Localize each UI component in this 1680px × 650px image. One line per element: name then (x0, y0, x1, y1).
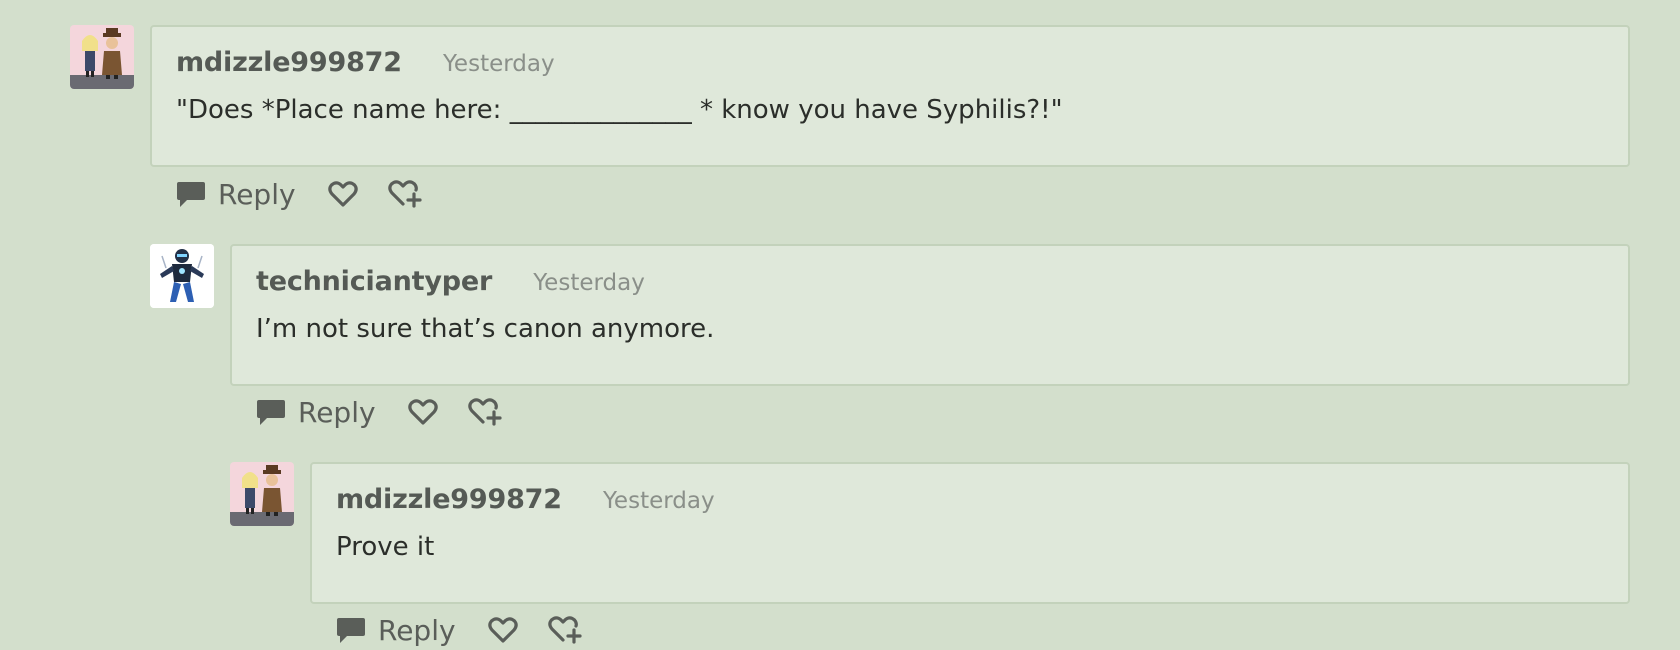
speech-bubble-icon (177, 182, 205, 207)
add-reaction-button[interactable] (467, 395, 502, 429)
add-reaction-icon (387, 180, 422, 208)
add-reaction-button[interactable] (387, 177, 422, 211)
comment-card: mdizzle999872 Yesterday "Does *Place nam… (150, 25, 1630, 167)
speech-bubble-icon (337, 618, 365, 643)
reply-button[interactable]: Reply (256, 396, 376, 429)
reply-label: Reply (378, 613, 456, 647)
heart-icon (327, 181, 358, 207)
like-button[interactable] (406, 395, 440, 429)
comment-actions: Reply (176, 174, 450, 214)
avatar-image (150, 244, 214, 308)
avatar-image (230, 462, 294, 526)
comment-body: I’m not sure that’s canon anymore. (256, 314, 715, 344)
comment-meta: techniciantyper Yesterday (256, 266, 645, 297)
comment-body: "Does *Place name here: ______________ *… (176, 95, 1063, 125)
username-link[interactable]: mdizzle999872 (336, 484, 562, 515)
comment-card: techniciantyper Yesterday I’m not sure t… (230, 244, 1630, 386)
comment-actions: Reply (336, 610, 610, 650)
heart-icon (487, 617, 518, 643)
comment-actions: Reply (256, 392, 530, 432)
timestamp-link[interactable]: Yesterday (533, 270, 645, 296)
avatar-techniciantyper[interactable] (150, 244, 214, 308)
avatar-mdizzle999872[interactable] (70, 25, 134, 89)
comment-body: Prove it (336, 532, 435, 562)
speech-bubble-icon (257, 400, 285, 425)
like-button[interactable] (486, 613, 520, 647)
add-reaction-button[interactable] (547, 613, 582, 647)
reply-label: Reply (298, 395, 376, 429)
add-reaction-icon (467, 398, 502, 426)
timestamp-link[interactable]: Yesterday (443, 51, 555, 77)
comment-card: mdizzle999872 Yesterday Prove it (310, 462, 1630, 604)
comment-meta: mdizzle999872 Yesterday (176, 47, 555, 78)
reply-button[interactable]: Reply (176, 178, 296, 211)
username-link[interactable]: techniciantyper (256, 266, 492, 297)
heart-icon (407, 399, 438, 425)
reply-button[interactable]: Reply (336, 614, 456, 647)
avatar-image (70, 25, 134, 89)
comment-meta: mdizzle999872 Yesterday (336, 484, 715, 515)
avatar-mdizzle999872[interactable] (230, 462, 294, 526)
timestamp-link[interactable]: Yesterday (603, 488, 715, 514)
reply-label: Reply (218, 177, 296, 211)
username-link[interactable]: mdizzle999872 (176, 47, 402, 78)
like-button[interactable] (326, 177, 360, 211)
add-reaction-icon (547, 616, 582, 644)
